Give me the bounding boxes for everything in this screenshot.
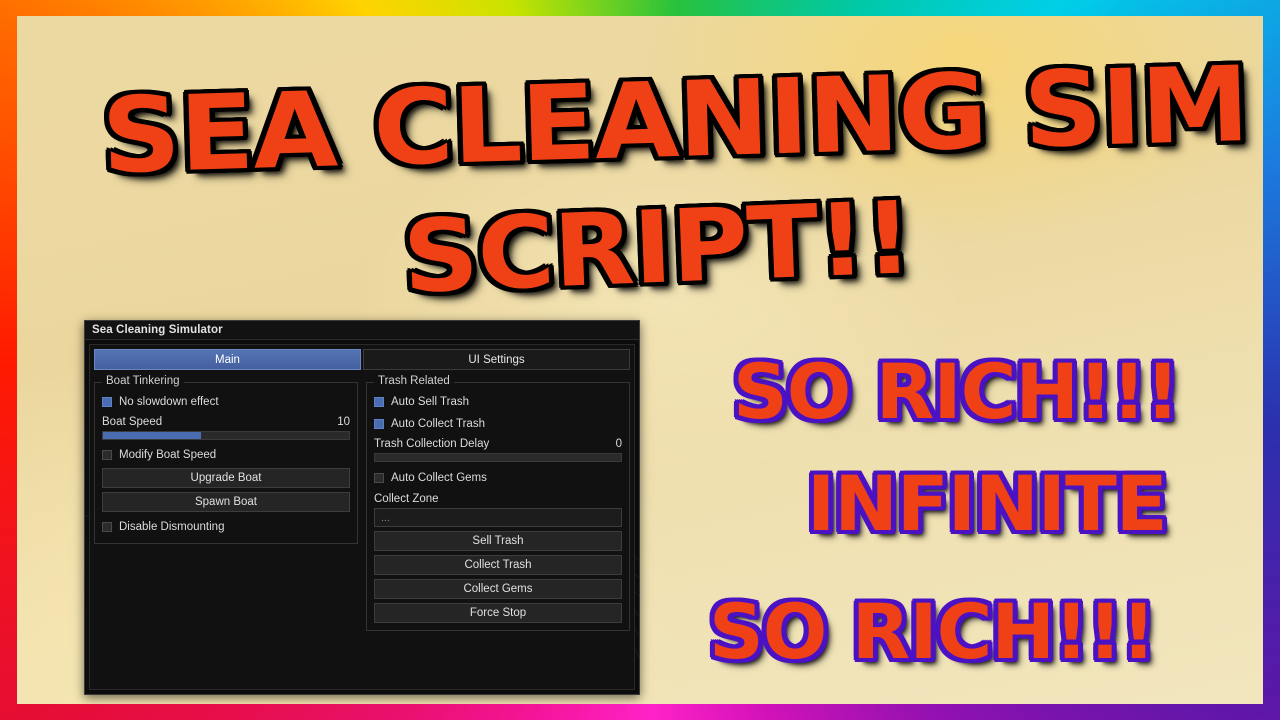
youtube-thumbnail: SEA CLEANING SIM SCRIPT!! SO RICH!!! INF… <box>0 0 1280 720</box>
column-left: Boat Tinkering No slowdown effect Boat S… <box>94 375 358 544</box>
slider-boat-speed-value: 10 <box>337 416 350 428</box>
button-collect-gems[interactable]: Collect Gems <box>374 579 622 599</box>
button-spawn-boat[interactable]: Spawn Boat <box>102 492 350 512</box>
checkbox-no-slowdown-effect-label: No slowdown effect <box>119 395 219 408</box>
checkbox-auto-collect-trash-label: Auto Collect Trash <box>391 417 485 430</box>
group-boat-tinkering-legend: Boat Tinkering <box>102 375 184 387</box>
button-force-stop[interactable]: Force Stop <box>374 603 622 623</box>
hype-line-3: SO RICH!!! <box>709 587 1156 676</box>
slider-boat-speed-header: Boat Speed 10 <box>102 416 350 428</box>
checkbox-auto-collect-trash-box[interactable] <box>374 418 384 429</box>
slider-boat-speed[interactable] <box>102 431 350 440</box>
gui-columns: Boat Tinkering No slowdown effect Boat S… <box>94 375 630 631</box>
button-collect-trash[interactable]: Collect Trash <box>374 555 622 575</box>
checkbox-no-slowdown-effect-box[interactable] <box>102 396 112 407</box>
slider-trash-collection-delay-label: Trash Collection Delay <box>374 438 490 450</box>
checkbox-disable-dismounting[interactable]: Disable Dismounting <box>102 517 350 536</box>
checkbox-modify-boat-speed-box[interactable] <box>102 449 112 460</box>
column-right: Trash Related Auto Sell Trash Auto Colle… <box>366 375 630 631</box>
gui-body: Main UI Settings Boat Tinkering No slowd… <box>89 344 635 690</box>
group-trash-related: Trash Related Auto Sell Trash Auto Colle… <box>366 375 630 631</box>
thumbnail-canvas: SEA CLEANING SIM SCRIPT!! SO RICH!!! INF… <box>17 16 1263 704</box>
gui-window-title: Sea Cleaning Simulator <box>92 324 223 336</box>
checkbox-disable-dismounting-box[interactable] <box>102 521 112 532</box>
checkbox-auto-collect-gems-box[interactable] <box>374 472 384 483</box>
checkbox-auto-collect-gems-label: Auto Collect Gems <box>391 471 487 484</box>
title-line-1: SEA CLEANING SIM <box>100 43 1250 197</box>
group-boat-tinkering: Boat Tinkering No slowdown effect Boat S… <box>94 375 358 544</box>
textbox-collect-zone[interactable]: ... <box>374 508 622 527</box>
slider-boat-speed-label: Boat Speed <box>102 416 163 428</box>
checkbox-modify-boat-speed[interactable]: Modify Boat Speed <box>102 445 350 464</box>
checkbox-auto-collect-trash[interactable]: Auto Collect Trash <box>374 414 622 433</box>
slider-trash-collection-delay-header: Trash Collection Delay 0 <box>374 438 622 450</box>
checkbox-auto-sell-trash[interactable]: Auto Sell Trash <box>374 392 622 411</box>
checkbox-auto-collect-gems[interactable]: Auto Collect Gems <box>374 468 622 487</box>
checkbox-disable-dismounting-label: Disable Dismounting <box>119 520 225 533</box>
slider-trash-collection-delay-value: 0 <box>615 438 622 450</box>
button-sell-trash[interactable]: Sell Trash <box>374 531 622 551</box>
tab-ui-settings[interactable]: UI Settings <box>363 349 630 370</box>
checkbox-auto-sell-trash-label: Auto Sell Trash <box>391 395 469 408</box>
checkbox-no-slowdown-effect[interactable]: No slowdown effect <box>102 392 350 411</box>
checkbox-modify-boat-speed-label: Modify Boat Speed <box>119 448 217 461</box>
gui-titlebar[interactable]: Sea Cleaning Simulator <box>85 321 639 340</box>
group-trash-related-legend: Trash Related <box>374 375 454 387</box>
slider-trash-collection-delay[interactable] <box>374 453 622 462</box>
tab-main[interactable]: Main <box>94 349 361 370</box>
tab-strip: Main UI Settings <box>94 349 630 370</box>
checkbox-auto-sell-trash-box[interactable] <box>374 396 384 407</box>
title-line-2: SCRIPT!! <box>400 179 914 316</box>
hype-line-2: INFINITE <box>807 459 1168 548</box>
slider-boat-speed-fill <box>103 432 202 439</box>
button-upgrade-boat[interactable]: Upgrade Boat <box>102 468 350 488</box>
hype-line-1: SO RICH!!! <box>733 347 1180 436</box>
textbox-collect-zone-label: Collect Zone <box>374 493 439 505</box>
script-gui-window[interactable]: Sea Cleaning Simulator Main UI Settings … <box>84 320 640 695</box>
